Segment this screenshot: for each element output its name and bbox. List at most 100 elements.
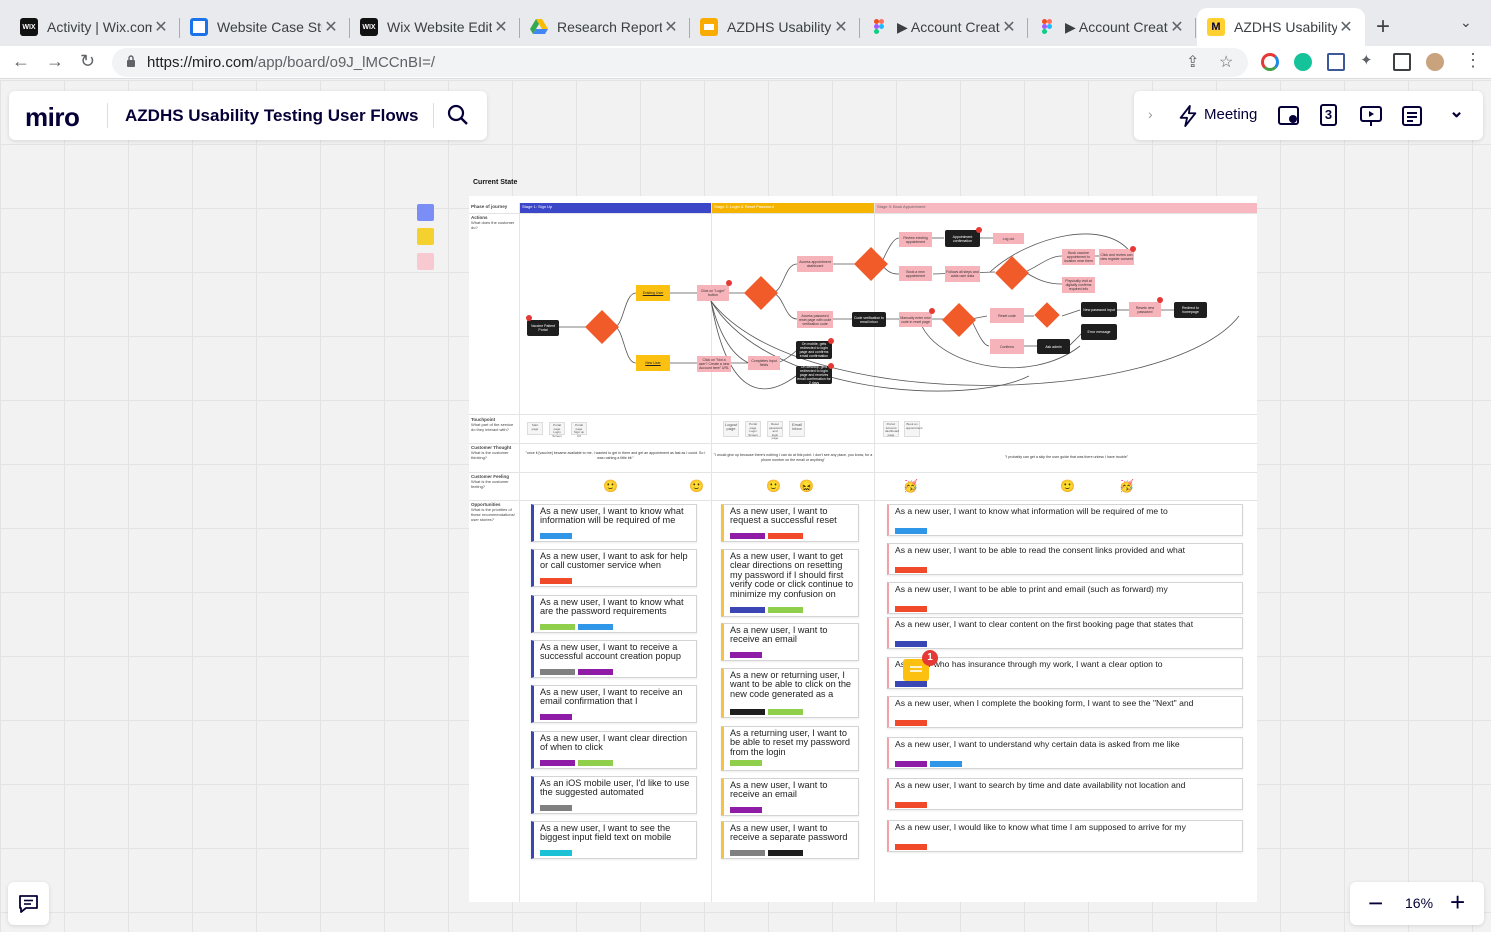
- story-card[interactable]: As a new user, I want to receive an emai…: [531, 685, 697, 723]
- story-card[interactable]: As a new user, I want clear direction of…: [531, 731, 697, 769]
- touchpoint-thumb[interactable]: Portal page Login Screen: [549, 422, 565, 437]
- browser-tab[interactable]: WIX Activity | Wix.com ✕: [10, 8, 180, 46]
- flow-node[interactable]: Redirect to homepage: [1174, 302, 1207, 318]
- flow-node[interactable]: Access password reset page with code ver…: [797, 311, 833, 328]
- miro-logo[interactable]: miro: [25, 102, 80, 133]
- browser-tab[interactable]: WIX Wix Website Edito ✕: [350, 8, 520, 46]
- board-title[interactable]: AZDHS Usability Testing User Flows: [125, 106, 418, 126]
- customer-thought[interactable]: "I probably can get a skip the user guid…: [879, 455, 1254, 460]
- flow-node[interactable]: On desktop, gets redirected to login pag…: [796, 365, 832, 385]
- story-card[interactable]: As a new user, I want to receive an emai…: [721, 778, 859, 816]
- notes-icon[interactable]: [1401, 105, 1423, 127]
- flow-node[interactable]: New password input: [1081, 302, 1117, 317]
- story-card[interactable]: As a new user, I want to ask for help or…: [531, 549, 697, 587]
- close-icon[interactable]: ✕: [1337, 17, 1355, 37]
- story-card[interactable]: As a new user, I would like to know what…: [887, 820, 1243, 852]
- timer-count[interactable]: 3: [1320, 104, 1337, 126]
- forward-arrow-icon[interactable]: →: [46, 51, 64, 72]
- bookmark-star-icon[interactable]: ☆: [1219, 52, 1233, 72]
- flow-node[interactable]: On mobile, gets redirected to login page…: [796, 341, 832, 359]
- share-icon[interactable]: ⇪: [1186, 52, 1199, 72]
- flow-node[interactable]: Existing User: [636, 285, 670, 301]
- customer-thought[interactable]: "once it [vaccine] became available to m…: [523, 451, 708, 460]
- touchpoint-thumb[interactable]: Portal: Account dashboard page: [883, 421, 899, 437]
- flow-node[interactable]: Click on "Login" button: [697, 285, 729, 301]
- flow-node[interactable]: Follows all steps and adds user data: [945, 266, 980, 282]
- presentation-icon[interactable]: [1359, 105, 1383, 127]
- touchpoint-thumb[interactable]: Book an appointment: [904, 421, 923, 437]
- collapse-chevron-icon[interactable]: ⌄: [1449, 101, 1464, 123]
- browser-tab[interactable]: Research Report ✕: [520, 8, 690, 46]
- touchpoint-thumb[interactable]: Reset password and login page: [767, 421, 783, 440]
- story-card[interactable]: As a new user, when I complete the booki…: [887, 696, 1243, 728]
- flow-node[interactable]: Access appointment dashboard: [797, 256, 833, 272]
- more-menu-icon[interactable]: ⋮: [1464, 50, 1482, 71]
- tab-search-chevron-icon[interactable]: ⌄: [1460, 14, 1472, 31]
- flow-node[interactable]: Reset code: [990, 308, 1024, 323]
- comments-panel-button[interactable]: [8, 882, 49, 925]
- story-card[interactable]: As a new user, I want to be able to prin…: [887, 582, 1243, 614]
- flow-node[interactable]: Review existing appointment: [899, 232, 932, 247]
- story-card[interactable]: As a new user, I want to understand why …: [887, 737, 1243, 769]
- back-arrow-icon[interactable]: ←: [12, 51, 30, 72]
- browser-tab[interactable]: ▶ Account Creati ✕: [860, 8, 1028, 46]
- flow-node[interactable]: Appointment confirmation: [945, 230, 980, 247]
- side-panel-icon[interactable]: [1393, 53, 1411, 71]
- flow-node[interactable]: Book a new appointment: [899, 266, 932, 281]
- browser-tab[interactable]: Website Case Stu ✕: [180, 8, 350, 46]
- flow-node[interactable]: Manually enter new code in reset page: [899, 312, 932, 327]
- touchpoint-thumb[interactable]: Portal page Sign up UX: [571, 422, 587, 437]
- touchpoint-thumb[interactable]: Logout page: [723, 421, 739, 437]
- story-card[interactable]: As a new user, I want to know what infor…: [531, 504, 697, 542]
- flow-node[interactable]: New User: [636, 355, 670, 371]
- story-card[interactable]: As a new or returning user, I want to be…: [721, 668, 859, 718]
- search-icon[interactable]: [446, 103, 470, 127]
- flow-node[interactable]: Resets new password: [1129, 302, 1161, 317]
- story-card[interactable]: As a returning user, I want to be able t…: [721, 726, 859, 771]
- close-icon[interactable]: ✕: [1168, 17, 1186, 37]
- flow-node[interactable]: Completes Input fields: [748, 356, 780, 370]
- feeling-emoji[interactable]: 🥳: [903, 479, 918, 493]
- address-bar[interactable]: https://miro.com/app/board/o9J_lMCCnBI=/…: [112, 48, 1248, 77]
- touchpoint-thumb[interactable]: Portal page Login Screen: [745, 421, 761, 437]
- lightning-icon[interactable]: [1177, 105, 1199, 127]
- story-card[interactable]: As a new user, I want to clear content o…: [887, 617, 1243, 649]
- story-card[interactable]: As a new user, I want to receive a succe…: [531, 640, 697, 678]
- screen-share-icon[interactable]: [1277, 105, 1301, 127]
- extension-grammarly-icon[interactable]: [1294, 53, 1312, 71]
- close-icon[interactable]: ✕: [492, 17, 510, 37]
- reload-icon[interactable]: ↻: [80, 51, 95, 72]
- touchpoint-thumb[interactable]: Start page: [527, 422, 543, 435]
- browser-tab-active[interactable]: M AZDHS Usability ✕: [1197, 8, 1365, 46]
- flow-node[interactable]: Code verification to email inbox: [852, 312, 886, 327]
- profile-avatar[interactable]: [1426, 53, 1444, 71]
- flow-node[interactable]: Error message: [1081, 324, 1117, 340]
- story-card[interactable]: As a new user, I want to be able to read…: [887, 543, 1243, 575]
- feeling-emoji[interactable]: 🥳: [1119, 479, 1134, 493]
- flow-node[interactable]: Physically visit at digitally confirms r…: [1062, 277, 1095, 293]
- story-card[interactable]: As a user who has insurance through my w…: [887, 657, 1243, 689]
- feeling-emoji[interactable]: 🙂: [766, 479, 781, 493]
- meeting-label[interactable]: Meeting: [1204, 106, 1257, 123]
- feeling-emoji[interactable]: 🙂: [1060, 479, 1075, 493]
- story-card[interactable]: As a new user, I want to receive an emai…: [721, 623, 859, 661]
- journey-map-frame[interactable]: Stage 1: Sign Up Stage 2: Login & Reset …: [469, 196, 1257, 902]
- customer-thought[interactable]: "I would give up because there's nothing…: [713, 453, 873, 462]
- zoom-level[interactable]: 16%: [1405, 895, 1433, 911]
- frame-title[interactable]: Current State: [473, 179, 517, 186]
- flow-node[interactable]: Ask admin: [1037, 339, 1070, 354]
- sticky-note-pink[interactable]: [417, 253, 434, 270]
- story-card[interactable]: As a new user, I want to search by time …: [887, 778, 1243, 810]
- sticky-note-blue[interactable]: [417, 204, 434, 221]
- flow-node[interactable]: Log out: [993, 233, 1024, 244]
- browser-tab[interactable]: AZDHS Usability ✕: [690, 8, 860, 46]
- story-card[interactable]: As a new user, I want to know what infor…: [887, 504, 1243, 536]
- flow-node[interactable]: Click and review can view register conse…: [1099, 249, 1134, 265]
- story-card[interactable]: As an iOS mobile user, I'd like to use t…: [531, 776, 697, 814]
- sticky-note-yellow[interactable]: [417, 228, 434, 245]
- flow-node[interactable]: Book vaccine appointment to location nea…: [1062, 249, 1095, 265]
- close-icon[interactable]: ✕: [1000, 17, 1018, 37]
- flow-node[interactable]: Confirms: [990, 339, 1024, 354]
- zoom-out-button[interactable]: −: [1368, 888, 1383, 919]
- new-tab-button[interactable]: +: [1376, 13, 1390, 41]
